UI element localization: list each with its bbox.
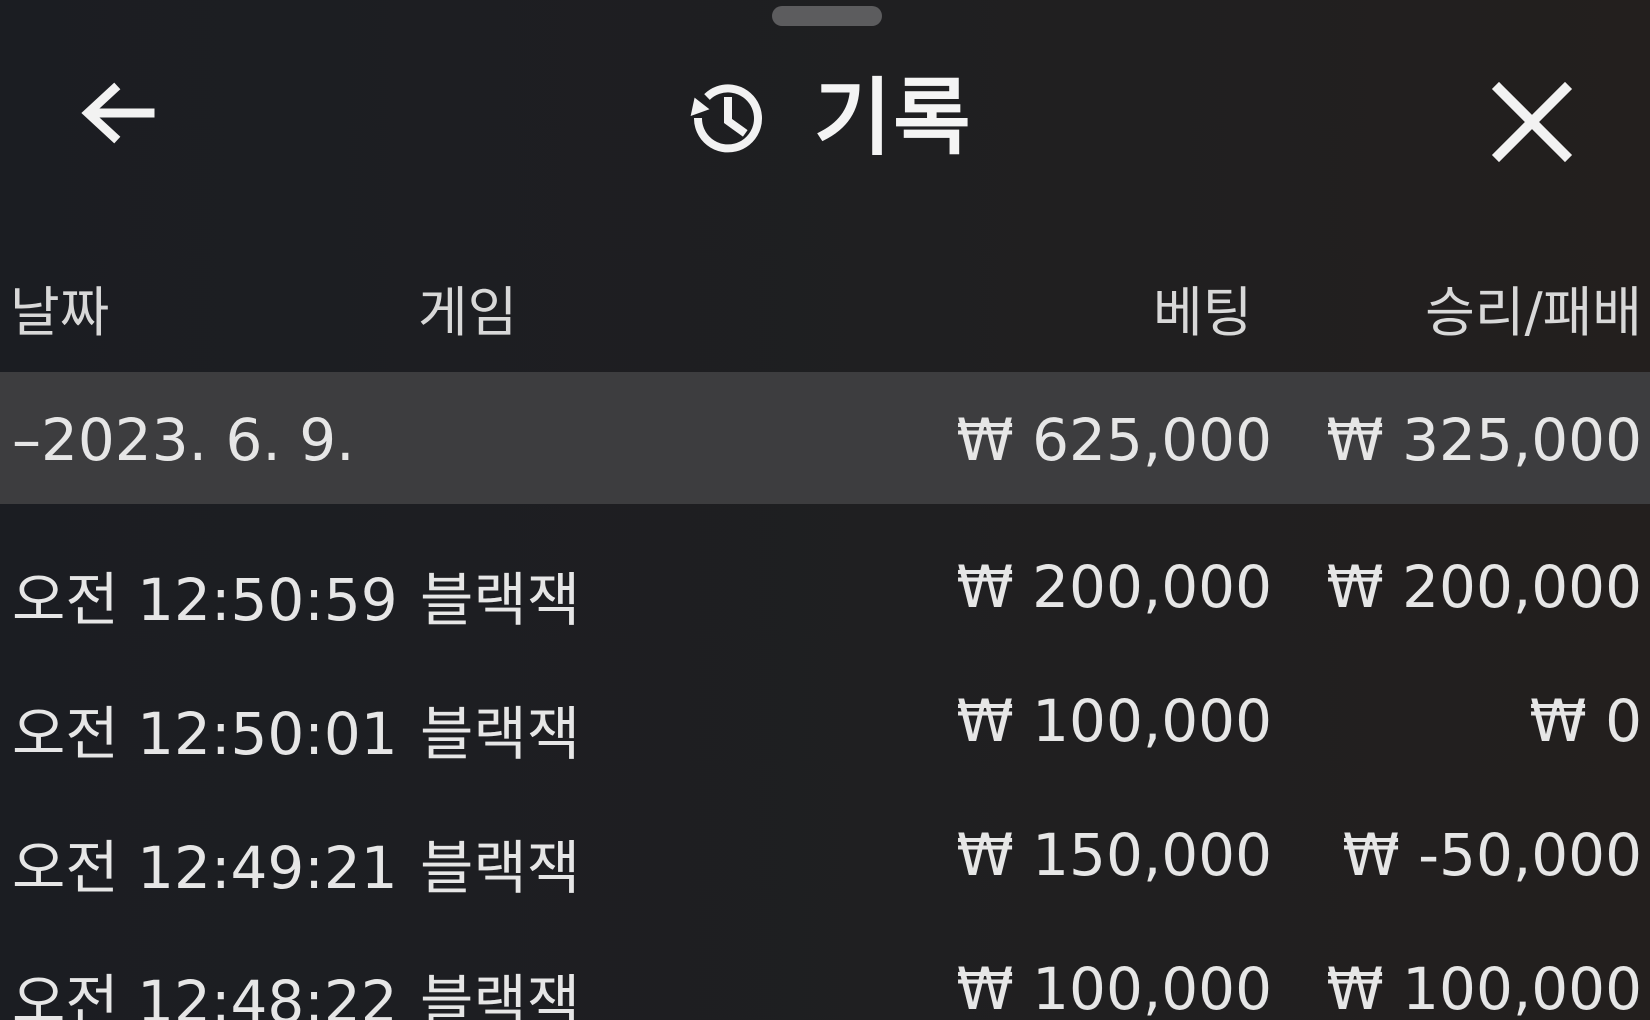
row-game: 블랙잭 xyxy=(420,968,581,1020)
row-time: 오전 12:49:21 xyxy=(12,834,398,902)
drag-handle[interactable] xyxy=(772,6,882,26)
back-button[interactable] xyxy=(72,77,162,167)
table-row[interactable]: 오전 12:50:59 블랙잭 ₩ 200,000 ₩ 200,000 xyxy=(0,515,1650,649)
row-bet: ₩ 200,000 xyxy=(956,553,1272,621)
table-row[interactable]: 오전 12:50:01 블랙잭 ₩ 100,000 ₩ 0 xyxy=(0,649,1650,783)
header: 기록 xyxy=(0,40,1650,190)
group-date: –2023. 6. 9. xyxy=(12,406,355,474)
row-result: ₩ 0 xyxy=(1529,687,1642,755)
row-time: 오전 12:50:59 xyxy=(12,566,398,634)
history-icon xyxy=(690,84,762,153)
table-row[interactable]: 오전 12:48:22 블랙잭 ₩ 100,000 ₩ 100,000 xyxy=(0,917,1650,1020)
arrow-left-icon xyxy=(81,82,155,144)
title-group: 기록 xyxy=(680,68,973,168)
row-game: 블랙잭 xyxy=(420,700,581,768)
close-icon xyxy=(1491,81,1573,163)
row-result: ₩ 100,000 xyxy=(1326,955,1642,1020)
table-header: 날짜 게임 베팅 승리/패배 xyxy=(0,268,1650,348)
row-time: 오전 12:48:22 xyxy=(12,968,398,1020)
row-bet: ₩ 100,000 xyxy=(956,955,1272,1020)
row-game: 블랙잭 xyxy=(420,566,581,634)
date-group-row[interactable]: –2023. 6. 9. ₩ 625,000 ₩ 325,000 xyxy=(0,372,1650,504)
row-game: 블랙잭 xyxy=(420,834,581,902)
table-row[interactable]: 오전 12:49:21 블랙잭 ₩ 150,000 ₩ -50,000 xyxy=(0,783,1650,917)
column-header-bet[interactable]: 베팅 xyxy=(1153,268,1263,347)
page-title: 기록 xyxy=(814,69,973,167)
group-result-total: ₩ 325,000 xyxy=(1326,406,1642,474)
row-time: 오전 12:50:01 xyxy=(12,700,398,768)
column-header-result[interactable]: 승리/패배 xyxy=(1425,268,1642,347)
column-header-game[interactable]: 게임 xyxy=(418,268,517,347)
row-bet: ₩ 150,000 xyxy=(956,821,1272,889)
column-header-date[interactable]: 날짜 xyxy=(10,268,109,347)
row-result: ₩ 200,000 xyxy=(1326,553,1642,621)
history-panel: 기록 날짜 게임 베팅 승리/패배 –2023. 6. 9. ₩ 625,000… xyxy=(0,0,1650,1020)
close-button[interactable] xyxy=(1487,77,1577,167)
row-result: ₩ -50,000 xyxy=(1342,821,1642,889)
group-bet-total: ₩ 625,000 xyxy=(956,406,1272,474)
row-bet: ₩ 100,000 xyxy=(956,687,1272,755)
